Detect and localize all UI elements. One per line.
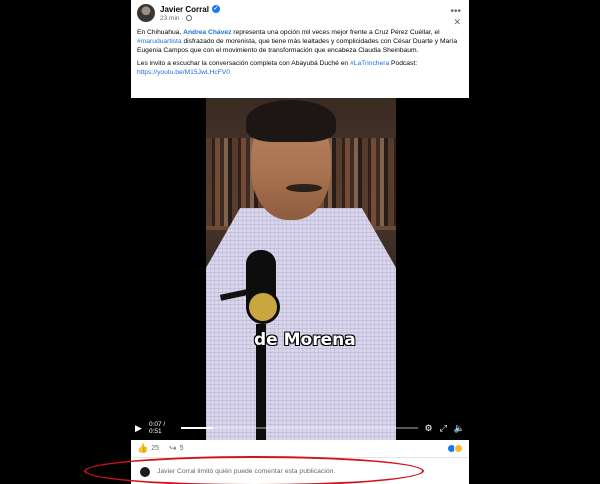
person-hair <box>246 100 336 142</box>
text-segment: Podcast: <box>389 60 418 67</box>
reactions-summary[interactable] <box>447 444 463 453</box>
haha-reaction-icon <box>454 444 463 453</box>
video-time: 0:07 / 0:51 <box>148 421 166 435</box>
progress-fill <box>180 427 214 429</box>
youtube-link[interactable]: https://youtu.be/M15JwLHcFV0 <box>137 69 230 76</box>
more-options-icon[interactable]: ••• <box>450 6 461 17</box>
post-meta: 23 min · <box>160 15 220 22</box>
like-count[interactable]: 👍 25 <box>137 443 159 454</box>
post-paragraph-2: Les invito a escuchar la conversación co… <box>137 59 461 77</box>
action-bar: 👍 25 ↪ 5 <box>131 440 469 457</box>
post-paragraph-1: En Chihuahua, Andrea Chávez representa u… <box>137 28 461 55</box>
likes-value: 25 <box>151 445 160 452</box>
text-segment: En Chihuahua, <box>137 29 184 36</box>
text-segment: representa una opción mil veces mejor fr… <box>231 29 440 36</box>
post-header: Javier Corral ✓ 23 min · <box>137 4 220 22</box>
mention-link[interactable]: Andrea Chávez <box>183 29 231 36</box>
post-card: Javier Corral ✓ 23 min · ••• ✕ En Chihua… <box>131 0 469 98</box>
microphone-logo <box>246 290 280 324</box>
video-player[interactable]: de Morena ▶ 0:07 / 0:51 ⚙ ⤢ 🔈 <box>131 98 469 440</box>
fullscreen-icon[interactable]: ⤢ <box>440 423 447 434</box>
meta-separator: · <box>181 14 184 22</box>
progress-bar[interactable] <box>180 427 418 429</box>
share-count[interactable]: ↪ 5 <box>169 443 183 454</box>
share-icon: ↪ <box>169 443 177 453</box>
red-highlight-annotation <box>84 456 424 484</box>
author-block: Javier Corral ✓ 23 min · <box>160 5 220 22</box>
hashtag-link[interactable]: #maruduartista <box>137 38 182 45</box>
play-icon[interactable]: ▶ <box>135 423 147 434</box>
author-line: Javier Corral ✓ <box>160 5 220 14</box>
thumbs-up-icon: 👍 <box>137 443 149 453</box>
video-caption: de Morena <box>254 330 356 350</box>
author-avatar[interactable] <box>137 4 155 22</box>
hashtag-link[interactable]: #LaTrinchera <box>350 60 389 67</box>
post-text: En Chihuahua, Andrea Chávez representa u… <box>137 28 461 81</box>
shirt-pattern <box>206 208 396 440</box>
video-frame[interactable]: de Morena <box>206 98 396 440</box>
volume-icon[interactable]: 🔈 <box>454 423 465 434</box>
shares-value: 5 <box>179 445 184 452</box>
person-mustache <box>286 184 322 192</box>
globe-icon <box>185 15 192 21</box>
text-segment: Les invito a escuchar la conversación co… <box>137 60 351 67</box>
author-name[interactable]: Javier Corral <box>160 5 209 14</box>
post-time[interactable]: 23 min <box>160 15 180 22</box>
text-segment: disfrazado de morenista, que tiene más l… <box>137 38 458 54</box>
gear-icon[interactable]: ⚙ <box>425 423 433 434</box>
video-controls: ▶ 0:07 / 0:51 ⚙ ⤢ 🔈 <box>135 421 465 435</box>
close-icon[interactable]: ✕ <box>453 17 461 28</box>
verified-badge-icon: ✓ <box>211 5 220 13</box>
